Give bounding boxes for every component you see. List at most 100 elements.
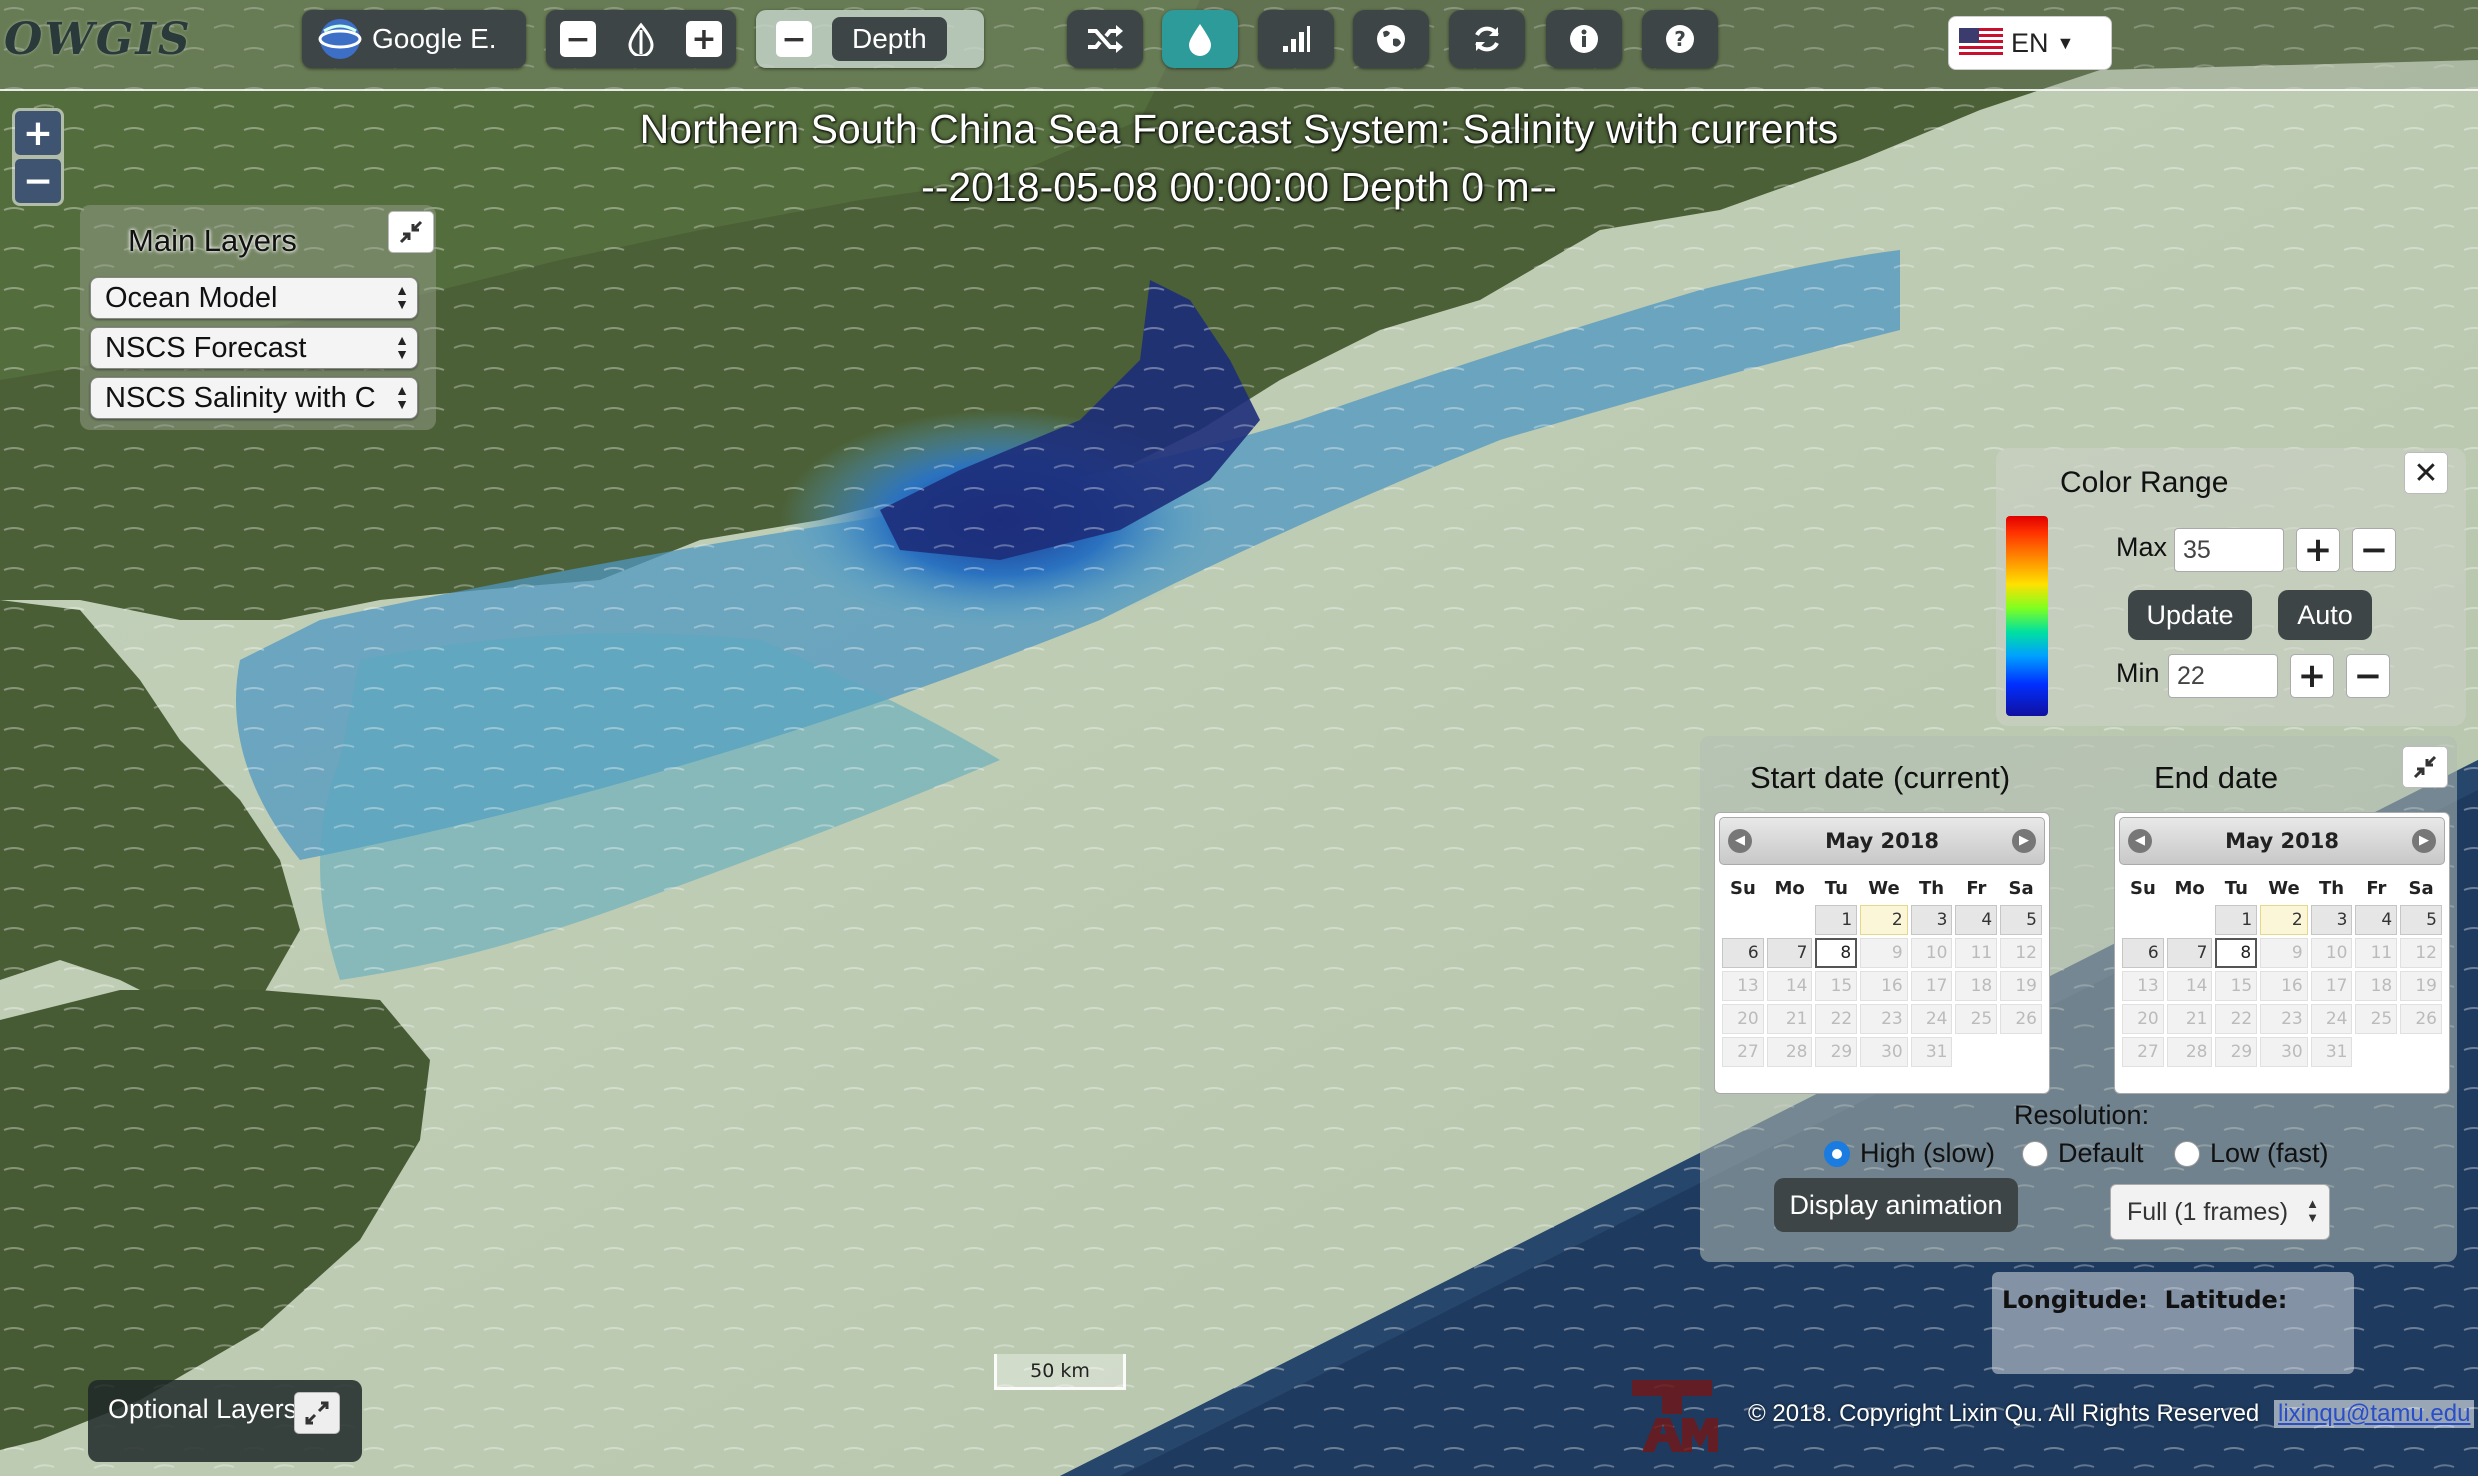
calendar-day[interactable]: 3 bbox=[2310, 905, 2353, 935]
calendar-day[interactable]: 7 bbox=[1766, 938, 1813, 968]
calendar-day-disabled: 26 bbox=[2000, 1004, 2042, 1034]
end-date-title: End date bbox=[2154, 760, 2279, 795]
calendar-header: ◀ May 2018 ▶ bbox=[1719, 817, 2045, 865]
contact-email-link[interactable]: lixinqu@tamu.edu bbox=[2274, 1400, 2475, 1428]
end-date-calendar: ◀ May 2018 ▶ Su Mo Tu We Th Fr Sa 12345 6 7 8 9 10… bbox=[2114, 812, 2450, 1094]
language-selector[interactable]: EN ▼ bbox=[1948, 16, 2112, 70]
zoom-out-button[interactable]: − bbox=[15, 159, 61, 203]
calendar-grid: Su Mo Tu We Th Fr Sa 12345 6 7 8 9 10 11 12 13 14 15 16… bbox=[2119, 871, 2445, 1070]
calendar-day-today[interactable]: 2 bbox=[1860, 905, 1908, 935]
calendar-day-disabled: 15 bbox=[1815, 971, 1858, 1001]
calendar-day-selected[interactable]: 8 bbox=[2215, 938, 2258, 968]
top-toolbar: OWGIS Google E. − + − Depth ? EN ▼ bbox=[0, 0, 2478, 91]
calendar-day-disabled: 17 bbox=[2310, 971, 2353, 1001]
max-input[interactable]: 35 bbox=[2174, 528, 2284, 572]
caret-down-icon: ▼ bbox=[2056, 32, 2075, 53]
optional-layers-title: Optional Layers bbox=[108, 1394, 298, 1424]
calendar-day-disabled: 9 bbox=[1860, 938, 1908, 968]
calendar-day[interactable]: 6 bbox=[2122, 938, 2164, 968]
calendar-day-disabled: 28 bbox=[2166, 1037, 2213, 1067]
calendar-day-disabled: 9 bbox=[2260, 938, 2308, 968]
update-button[interactable]: Update bbox=[2128, 590, 2252, 640]
shuffle-icon bbox=[1086, 23, 1124, 55]
zoom-in-button[interactable]: + bbox=[15, 111, 61, 155]
display-animation-button[interactable]: Display animation bbox=[1774, 1178, 2018, 1232]
help-icon: ? bbox=[1664, 23, 1696, 55]
optional-layers-expand-button[interactable] bbox=[294, 1392, 340, 1434]
calendar-day[interactable]: 5 bbox=[2000, 905, 2042, 935]
weekday-header: Sa bbox=[2008, 877, 2034, 899]
calendar-day[interactable]: 7 bbox=[2166, 938, 2213, 968]
prev-month-button[interactable]: ◀ bbox=[2128, 829, 2152, 853]
resolution-low-radio[interactable]: Low (fast) bbox=[2174, 1138, 2329, 1169]
weekday-header: Th bbox=[1919, 877, 1945, 899]
calendar-day[interactable]: 1 bbox=[2215, 905, 2258, 935]
calendar-day[interactable]: 4 bbox=[1955, 905, 1998, 935]
calendar-day-disabled: 20 bbox=[2122, 1004, 2164, 1034]
info-icon bbox=[1568, 23, 1600, 55]
depth-decrease-button[interactable]: − bbox=[776, 21, 812, 57]
frames-select[interactable]: Full (1 frames) ▲ ▼ bbox=[2110, 1184, 2330, 1240]
refresh-button[interactable] bbox=[1449, 10, 1525, 68]
min-decrease-button[interactable]: − bbox=[2346, 654, 2390, 698]
transparency-decrease-button[interactable]: − bbox=[560, 21, 596, 57]
calendar-day-disabled: 30 bbox=[1860, 1037, 1908, 1067]
main-layer-select-category[interactable]: Ocean Model ▲ ▼ bbox=[90, 277, 418, 319]
base-layer-button[interactable]: Google E. bbox=[302, 10, 526, 68]
help-button[interactable]: ? bbox=[1642, 10, 1718, 68]
resolution-default-radio[interactable]: Default bbox=[2022, 1138, 2144, 1169]
max-decrease-button[interactable]: − bbox=[2352, 528, 2396, 572]
resolution-high-radio[interactable]: High (slow) bbox=[1824, 1138, 1995, 1169]
scale-bar: 50 km bbox=[994, 1354, 1126, 1390]
calendar-day[interactable]: 5 bbox=[2400, 905, 2442, 935]
select-value: Ocean Model bbox=[105, 282, 278, 314]
compress-icon bbox=[2413, 755, 2437, 779]
water-drop-button[interactable] bbox=[1162, 10, 1238, 68]
calendar-day-disabled: 22 bbox=[1815, 1004, 1858, 1034]
calendar-day-disabled: 18 bbox=[2355, 971, 2398, 1001]
globe-icon bbox=[1375, 23, 1407, 55]
calendar-day-today[interactable]: 2 bbox=[2260, 905, 2308, 935]
next-month-button[interactable]: ▶ bbox=[2412, 829, 2436, 853]
main-layer-select-model[interactable]: NSCS Forecast ▲ ▼ bbox=[90, 327, 418, 369]
shuffle-button[interactable] bbox=[1067, 10, 1143, 68]
calendar-day[interactable]: 1 bbox=[1815, 905, 1858, 935]
calendar-day-disabled: 15 bbox=[2215, 971, 2258, 1001]
calendar-day[interactable]: 3 bbox=[1910, 905, 1953, 935]
calendar-day-selected[interactable]: 8 bbox=[1815, 938, 1858, 968]
refresh-icon bbox=[1471, 23, 1503, 55]
color-range-close-button[interactable]: ✕ bbox=[2404, 452, 2448, 494]
optional-layers-panel[interactable]: Optional Layers bbox=[88, 1380, 362, 1462]
main-layer-select-variable[interactable]: NSCS Salinity with C ▲ ▼ bbox=[90, 377, 418, 419]
date-panel: Start date (current) End date ◀ May 2018… bbox=[1700, 736, 2457, 1262]
updown-arrows-icon: ▲ ▼ bbox=[395, 382, 409, 412]
transparency-increase-button[interactable]: + bbox=[686, 21, 722, 57]
info-button[interactable] bbox=[1546, 10, 1622, 68]
min-increase-button[interactable]: + bbox=[2290, 654, 2334, 698]
base-layer-label: Google E. bbox=[372, 23, 497, 54]
chart-button[interactable] bbox=[1258, 10, 1334, 68]
calendar-day-disabled: 23 bbox=[1860, 1004, 1908, 1034]
prev-month-button[interactable]: ◀ bbox=[1728, 829, 1752, 853]
calendar-day[interactable]: 4 bbox=[2355, 905, 2398, 935]
calendar-day[interactable]: 6 bbox=[1722, 938, 1764, 968]
max-increase-button[interactable]: + bbox=[2296, 528, 2340, 572]
min-input[interactable]: 22 bbox=[2168, 654, 2278, 698]
calendar-day-disabled: 25 bbox=[2355, 1004, 2398, 1034]
globe-view-button[interactable] bbox=[1353, 10, 1429, 68]
calendar-day-disabled: 12 bbox=[2400, 938, 2442, 968]
radio-dot bbox=[1824, 1140, 1850, 1167]
depth-button[interactable]: Depth bbox=[832, 17, 947, 61]
main-layers-collapse-button[interactable] bbox=[388, 211, 434, 253]
weekday-header: Su bbox=[2129, 877, 2156, 899]
auto-button[interactable]: Auto bbox=[2278, 590, 2372, 640]
map-title: Northern South China Sea Forecast System… bbox=[0, 100, 2478, 216]
calendar-day-disabled: 28 bbox=[1766, 1037, 1813, 1067]
date-panel-collapse-button[interactable] bbox=[2402, 746, 2448, 788]
calendar-month: May 2018 bbox=[2225, 829, 2339, 853]
calendar-day-disabled: 16 bbox=[2260, 971, 2308, 1001]
radio-label: Low (fast) bbox=[2210, 1138, 2329, 1168]
svg-text:?: ? bbox=[1674, 27, 1686, 51]
next-month-button[interactable]: ▶ bbox=[2012, 829, 2036, 853]
map-title-line1: Northern South China Sea Forecast System… bbox=[639, 106, 1839, 152]
